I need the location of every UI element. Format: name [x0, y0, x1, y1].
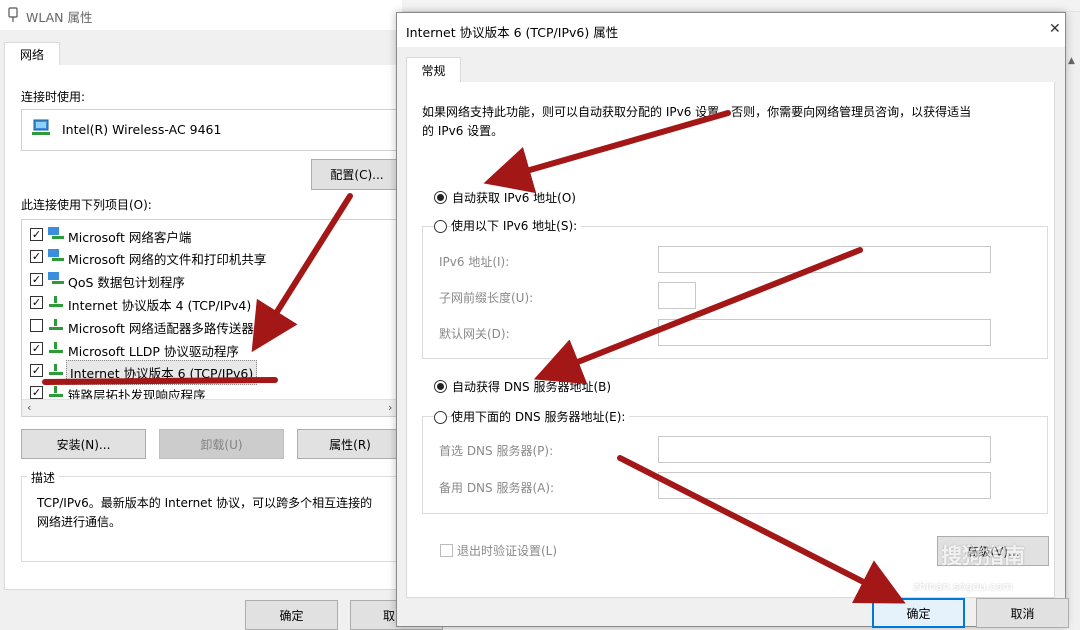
arrow-to-ok-button [617, 455, 906, 604]
arrow-to-ipv6-item [251, 193, 353, 353]
underline-ipv6-item [42, 377, 278, 385]
annotation-overlay [42, 110, 906, 604]
watermark-logo-icon [909, 540, 937, 568]
arrow-to-auto-dns [533, 247, 863, 385]
watermark-text: 搜狗指南 [941, 544, 1025, 568]
watermark: 搜狗指南 zhinan.sogou.com [905, 538, 1065, 598]
arrow-to-auto-ip [483, 110, 731, 194]
watermark-url: zhinan.sogou.com [913, 580, 1014, 593]
